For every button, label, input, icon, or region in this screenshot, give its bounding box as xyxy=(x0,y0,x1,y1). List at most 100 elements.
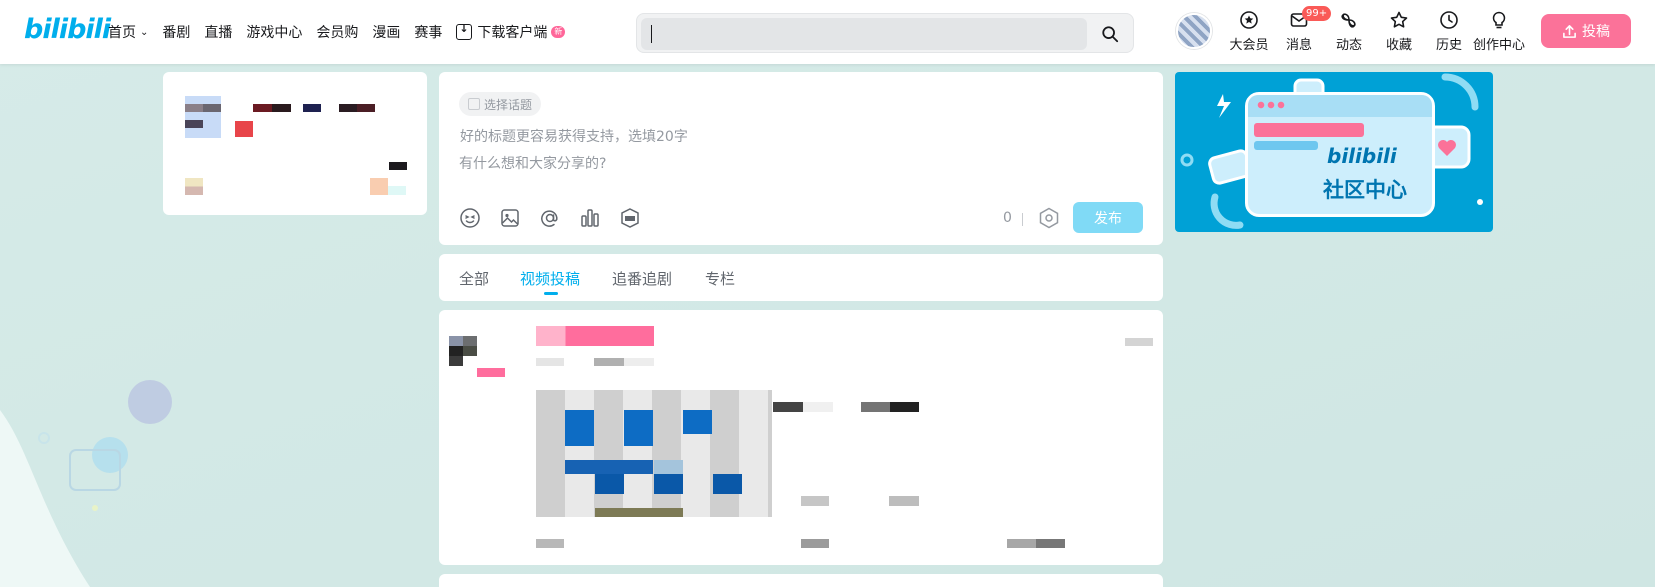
feed-post xyxy=(439,310,1163,565)
select-topic-button[interactable]: 选择话题 xyxy=(459,92,542,116)
feed-post-next xyxy=(439,574,1163,587)
entry-dynamic-label: 动态 xyxy=(1335,38,1362,53)
entry-message[interactable]: 99+ 消息 xyxy=(1274,6,1332,53)
tab-bangumi[interactable]: 追番追剧 xyxy=(612,268,672,289)
live-icon xyxy=(621,208,639,228)
feed-tabs: 全部 视频投稿 追番追剧 专栏 xyxy=(439,254,1163,301)
background-illustration xyxy=(0,380,172,587)
video-stat-mosaic-2 xyxy=(889,496,919,506)
stat-mosaic-3 xyxy=(388,186,406,195)
more-menu-mosaic[interactable] xyxy=(1125,338,1153,346)
nav-home[interactable]: 首页 ⌄ xyxy=(108,22,148,42)
vote-button[interactable] xyxy=(579,206,619,230)
entry-favorite-label: 收藏 xyxy=(1385,38,1412,53)
video-thumbnail[interactable] xyxy=(536,390,772,517)
entry-creator-center[interactable]: 创作中心 xyxy=(1473,10,1526,53)
favorite-icon xyxy=(1390,11,1408,28)
author-avatar-mosaic[interactable] xyxy=(449,336,477,346)
header-right-entries: 大会员 99+ 消息 动态 收藏 历史 创作中心 xyxy=(1224,6,1526,53)
settings-icon[interactable] xyxy=(1037,206,1061,230)
avatar-mosaic-detail xyxy=(185,104,221,112)
entry-favorite[interactable]: 收藏 xyxy=(1374,10,1424,53)
avatar-mosaic-detail-2 xyxy=(185,120,203,128)
char-counter: 0 xyxy=(1003,210,1012,226)
nav-home-label: 首页 xyxy=(108,25,136,41)
upload-icon xyxy=(1563,24,1576,38)
nav-esports[interactable]: 赛事 xyxy=(414,22,442,42)
mention-button[interactable] xyxy=(539,206,579,230)
nav-download-client[interactable]: 下载客户端 新 xyxy=(456,22,566,42)
image-button[interactable] xyxy=(499,206,539,230)
nav-download-label: 下载客户端 xyxy=(477,25,548,41)
entry-history-label: 历史 xyxy=(1435,38,1462,53)
vip-icon xyxy=(1240,11,1258,29)
username-mosaic-3 xyxy=(339,104,375,112)
upload-label: 投稿 xyxy=(1582,24,1610,40)
history-icon xyxy=(1440,11,1458,29)
topic-label: 选择话题 xyxy=(484,97,533,112)
action-forward-mosaic[interactable] xyxy=(536,539,564,548)
chevron-down-icon: ⌄ xyxy=(140,26,149,38)
stat-mosaic-2 xyxy=(370,178,388,195)
emoji-icon xyxy=(460,208,480,228)
download-icon xyxy=(456,22,473,40)
nav-live[interactable]: 直播 xyxy=(204,22,232,42)
text-caret xyxy=(651,25,652,43)
action-like-mosaic[interactable] xyxy=(1007,539,1065,548)
username-mosaic xyxy=(253,104,291,112)
nav-mall[interactable]: 会员购 xyxy=(316,22,358,42)
dynamic-icon xyxy=(1341,13,1356,28)
upload-button[interactable]: 投稿 xyxy=(1541,14,1631,48)
publish-button[interactable]: 发布 xyxy=(1073,202,1143,233)
tab-articles[interactable]: 专栏 xyxy=(705,268,735,289)
entry-dynamic[interactable]: 动态 xyxy=(1324,10,1374,53)
active-tab-indicator xyxy=(544,292,558,295)
post-composer: 选择话题 好的标题更容易获得支持，选填20字 有什么想和大家分享的? 0 发布 xyxy=(439,72,1163,245)
video-title-mosaic-3 xyxy=(861,402,919,412)
username-mosaic-2 xyxy=(303,104,321,112)
window-blue-bar xyxy=(1254,141,1318,150)
divider xyxy=(1022,213,1023,226)
user-avatar-mosaic xyxy=(185,96,221,138)
composer-toolbar xyxy=(459,206,659,230)
emoji-button[interactable] xyxy=(459,206,499,230)
action-comment-mosaic[interactable] xyxy=(801,539,829,548)
author-avatar-mosaic-4 xyxy=(477,368,505,377)
window-dots xyxy=(1256,101,1286,109)
banner-caption: 社区中心 xyxy=(1323,178,1407,202)
entry-vip-label: 大会员 xyxy=(1229,38,1269,53)
author-name-mosaic xyxy=(536,326,654,346)
bilibili-logo[interactable]: bilibili xyxy=(24,14,111,45)
user-avatar[interactable] xyxy=(1176,13,1212,49)
entry-history[interactable]: 历史 xyxy=(1424,10,1474,53)
video-stat-mosaic xyxy=(801,496,829,506)
stat-mosaic-4 xyxy=(185,178,203,195)
content-input[interactable]: 有什么想和大家分享的? xyxy=(459,153,606,173)
window-pink-bar xyxy=(1254,123,1364,137)
entry-creator-label: 创作中心 xyxy=(1473,38,1526,53)
creator-icon xyxy=(1492,11,1506,29)
nav-anime[interactable]: 番剧 xyxy=(162,22,190,42)
search-icon[interactable] xyxy=(1101,25,1119,43)
post-meta-mosaic-2 xyxy=(594,358,654,366)
entry-message-label: 消息 xyxy=(1285,38,1312,53)
search-input[interactable] xyxy=(641,18,1087,50)
author-avatar-mosaic-3 xyxy=(449,356,477,366)
main-nav: 首页 ⌄ 番剧 直播 游戏中心 会员购 漫画 赛事 下载客户端 新 xyxy=(108,0,579,64)
author-avatar-mosaic-2 xyxy=(449,346,477,356)
top-header: bilibili 首页 ⌄ 番剧 直播 游戏中心 会员购 漫画 赛事 下载客户端… xyxy=(0,0,1655,64)
tab-video-posts[interactable]: 视频投稿 xyxy=(520,268,580,289)
mention-icon xyxy=(541,210,558,227)
topic-icon xyxy=(468,98,480,110)
community-center-banner[interactable]: bilibili 社区中心 xyxy=(1175,72,1493,232)
nav-game-center[interactable]: 游戏中心 xyxy=(246,22,302,42)
post-meta-mosaic xyxy=(536,358,564,366)
level-badge-mosaic xyxy=(235,121,253,137)
live-button[interactable] xyxy=(619,206,659,230)
tab-all[interactable]: 全部 xyxy=(459,268,489,289)
video-title-mosaic-2 xyxy=(803,402,833,412)
entry-vip[interactable]: 大会员 xyxy=(1224,10,1274,53)
title-input[interactable]: 好的标题更容易获得支持，选填20字 xyxy=(460,126,688,146)
nav-manga[interactable]: 漫画 xyxy=(372,22,400,42)
search-bar xyxy=(636,13,1134,53)
